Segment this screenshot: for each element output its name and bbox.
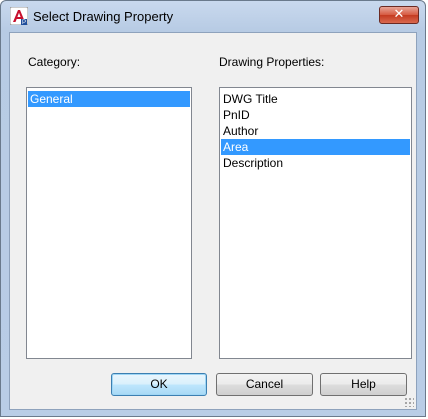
dialog-body: Category: Drawing Properties: General DW… [9,32,417,410]
drawing-property-item[interactable]: DWG Title [221,91,410,107]
close-icon: ✕ [393,7,405,22]
close-button[interactable]: ✕ [379,6,419,24]
resize-grip-icon[interactable] [404,397,414,407]
window-title: Select Drawing Property [33,9,174,24]
help-button[interactable]: Help [320,373,407,396]
category-list-item[interactable]: General [28,91,190,107]
drawing-property-item[interactable]: Area [221,139,410,155]
ok-button[interactable]: OK [111,373,207,396]
drawing-properties-label: Drawing Properties: [219,55,325,69]
svg-text:P: P [22,20,26,25]
category-label: Category: [28,55,81,69]
drawing-property-item[interactable]: PnID [221,107,410,123]
autocad-app-icon: P [9,6,29,26]
drawing-property-item[interactable]: Author [221,123,410,139]
dialog-window: P Select Drawing Property ✕ Category: Dr… [0,0,426,417]
drawing-properties-listbox[interactable]: DWG Title PnID Author Area Description [219,87,412,359]
category-listbox[interactable]: General [26,87,192,359]
title-bar[interactable]: P Select Drawing Property ✕ [1,1,425,31]
cancel-button[interactable]: Cancel [216,373,313,396]
drawing-property-item[interactable]: Description [221,155,410,171]
